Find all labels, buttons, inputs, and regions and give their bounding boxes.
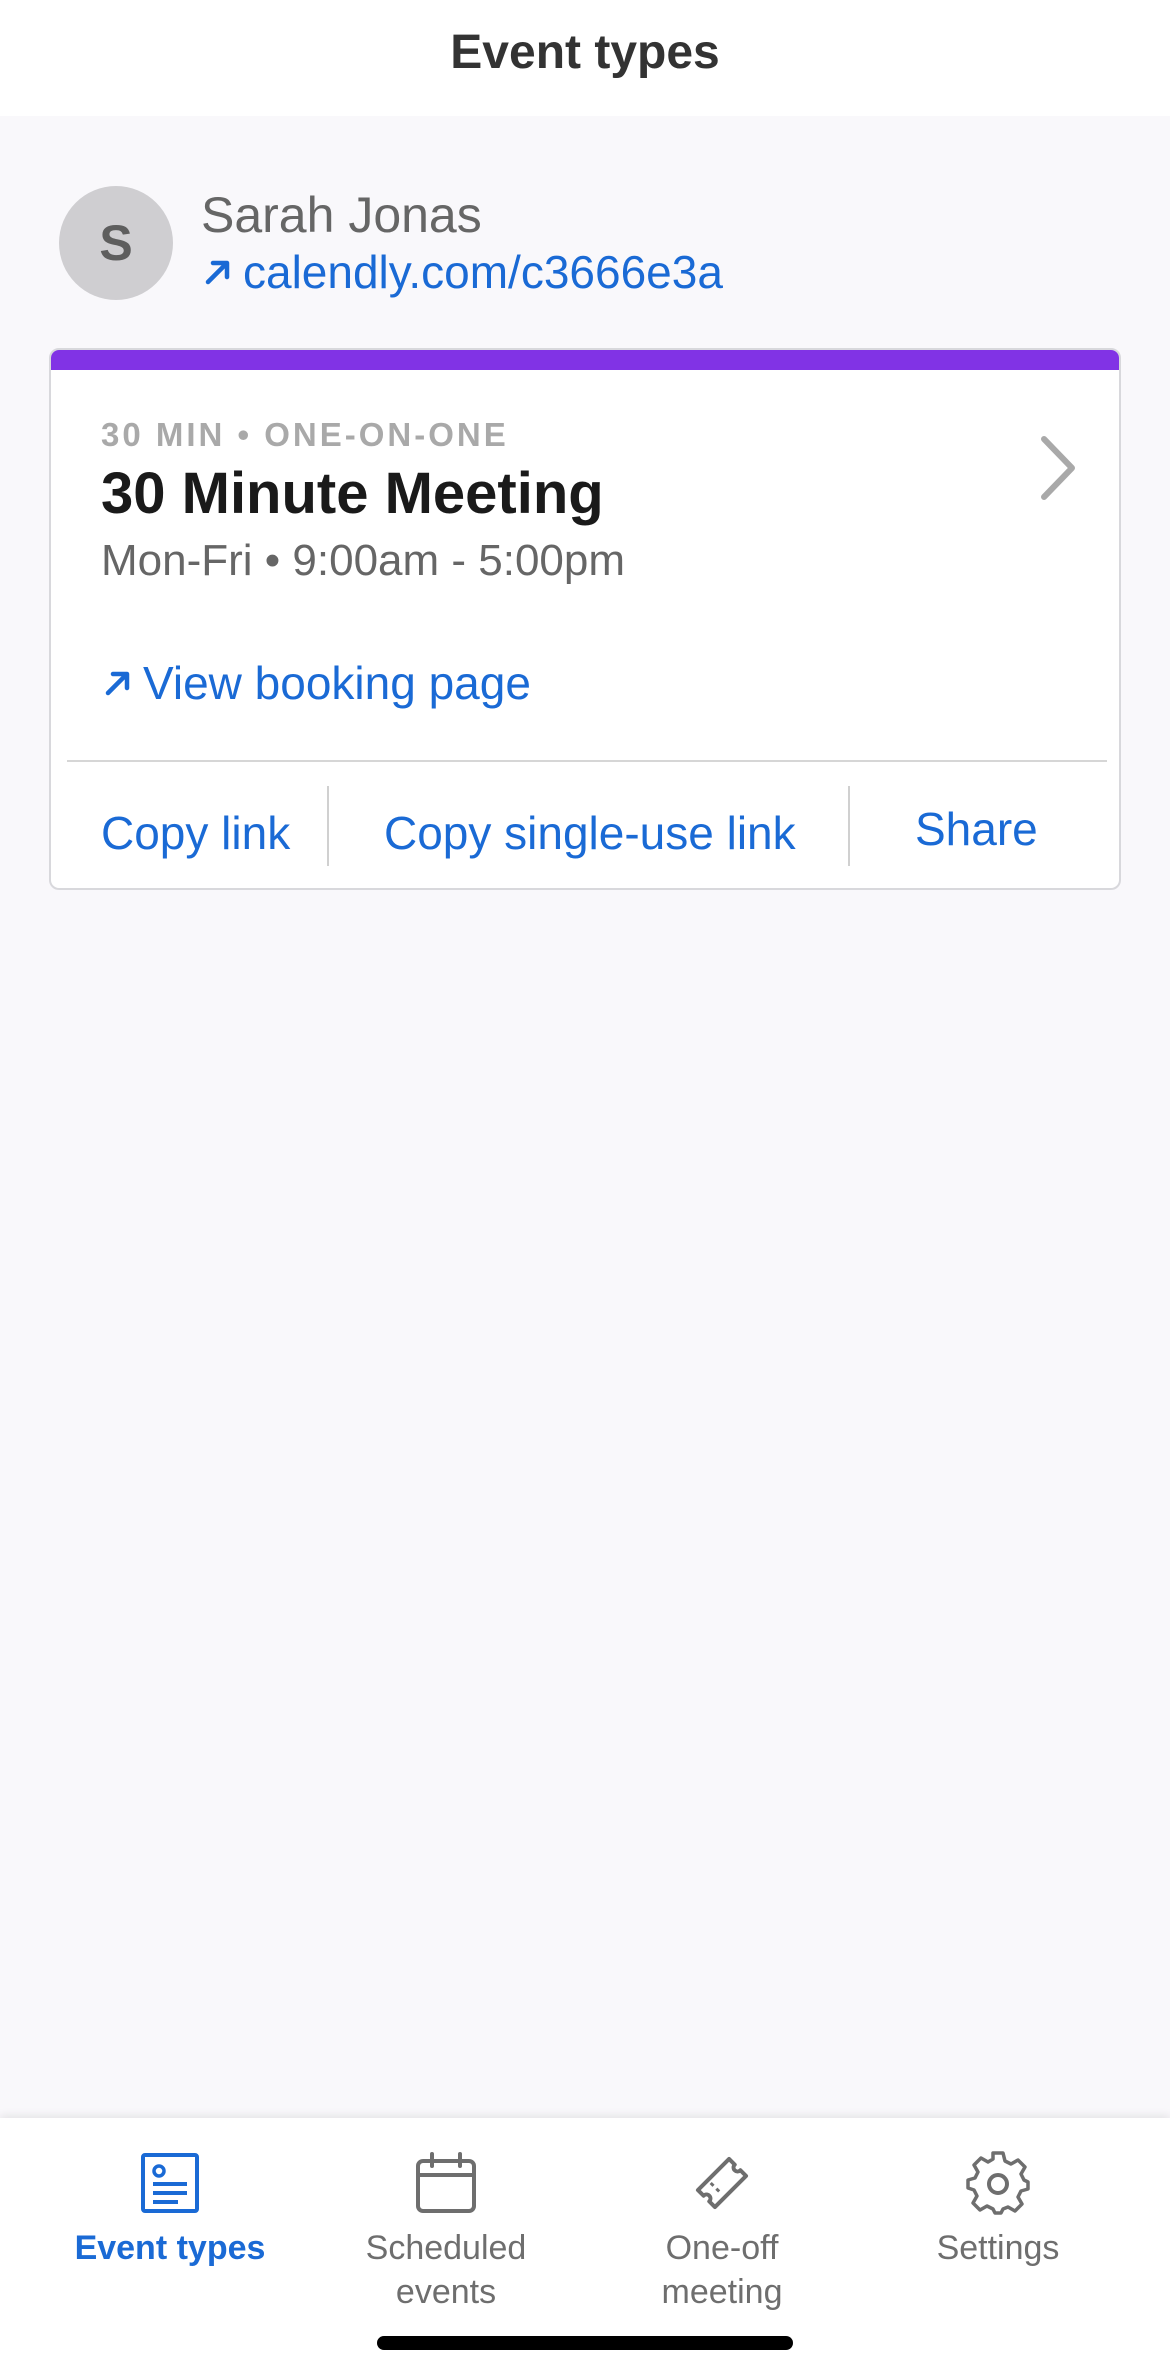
calendar-icon bbox=[411, 2148, 481, 2218]
action-separator bbox=[848, 786, 850, 866]
card-divider bbox=[67, 760, 1107, 762]
top-header: Event types bbox=[0, 0, 1170, 116]
event-title: 30 Minute Meeting bbox=[101, 461, 604, 526]
profile-name: Sarah Jonas bbox=[201, 187, 482, 243]
event-hours: Mon-Fri • 9:00am - 5:00pm bbox=[101, 536, 626, 585]
copy-link-button[interactable]: Copy link bbox=[101, 790, 290, 876]
copy-single-use-link-button[interactable]: Copy single-use link bbox=[384, 790, 796, 876]
card-accent-bar bbox=[51, 350, 1119, 370]
chevron-right-icon[interactable] bbox=[1033, 428, 1083, 508]
tab-settings[interactable]: Settings bbox=[858, 2148, 1138, 2270]
bottom-tab-bar: Event types Scheduled events One-off mee… bbox=[0, 2118, 1170, 2374]
tab-scheduled-events[interactable]: Scheduled events bbox=[306, 2148, 586, 2314]
ticket-icon bbox=[687, 2148, 757, 2218]
action-separator bbox=[327, 786, 329, 866]
home-indicator bbox=[377, 2336, 793, 2350]
event-types-icon bbox=[135, 2148, 205, 2218]
profile-link-text: calendly.com/c3666e3a bbox=[243, 246, 723, 298]
event-meta: 30 MIN • ONE-ON-ONE bbox=[101, 416, 509, 453]
share-button[interactable]: Share bbox=[915, 786, 1038, 872]
view-booking-page-label: View booking page bbox=[143, 657, 531, 709]
external-link-arrow-icon bbox=[201, 255, 235, 289]
gear-icon bbox=[963, 2148, 1033, 2218]
page-title: Event types bbox=[450, 25, 720, 79]
avatar[interactable]: S bbox=[59, 186, 173, 300]
tab-event-types[interactable]: Event types bbox=[30, 2148, 310, 2270]
tab-one-off-meeting[interactable]: One-off meeting bbox=[582, 2148, 862, 2314]
tab-label: Scheduled events bbox=[365, 2229, 527, 2311]
profile-text: Sarah Jonas calendly.com/c3666e3a bbox=[201, 186, 723, 300]
external-link-arrow-icon bbox=[101, 666, 135, 700]
event-type-card[interactable]: 30 MIN • ONE-ON-ONE 30 Minute Meeting Mo… bbox=[49, 348, 1121, 890]
tab-label: Event types bbox=[74, 2229, 266, 2267]
profile-link[interactable]: calendly.com/c3666e3a bbox=[201, 244, 723, 300]
tab-label: Settings bbox=[936, 2229, 1060, 2267]
view-booking-page-link[interactable]: View booking page bbox=[101, 656, 531, 710]
tab-label: One-off meeting bbox=[661, 2229, 783, 2311]
profile-section: S Sarah Jonas calendly.com/c3666e3a bbox=[59, 186, 723, 300]
